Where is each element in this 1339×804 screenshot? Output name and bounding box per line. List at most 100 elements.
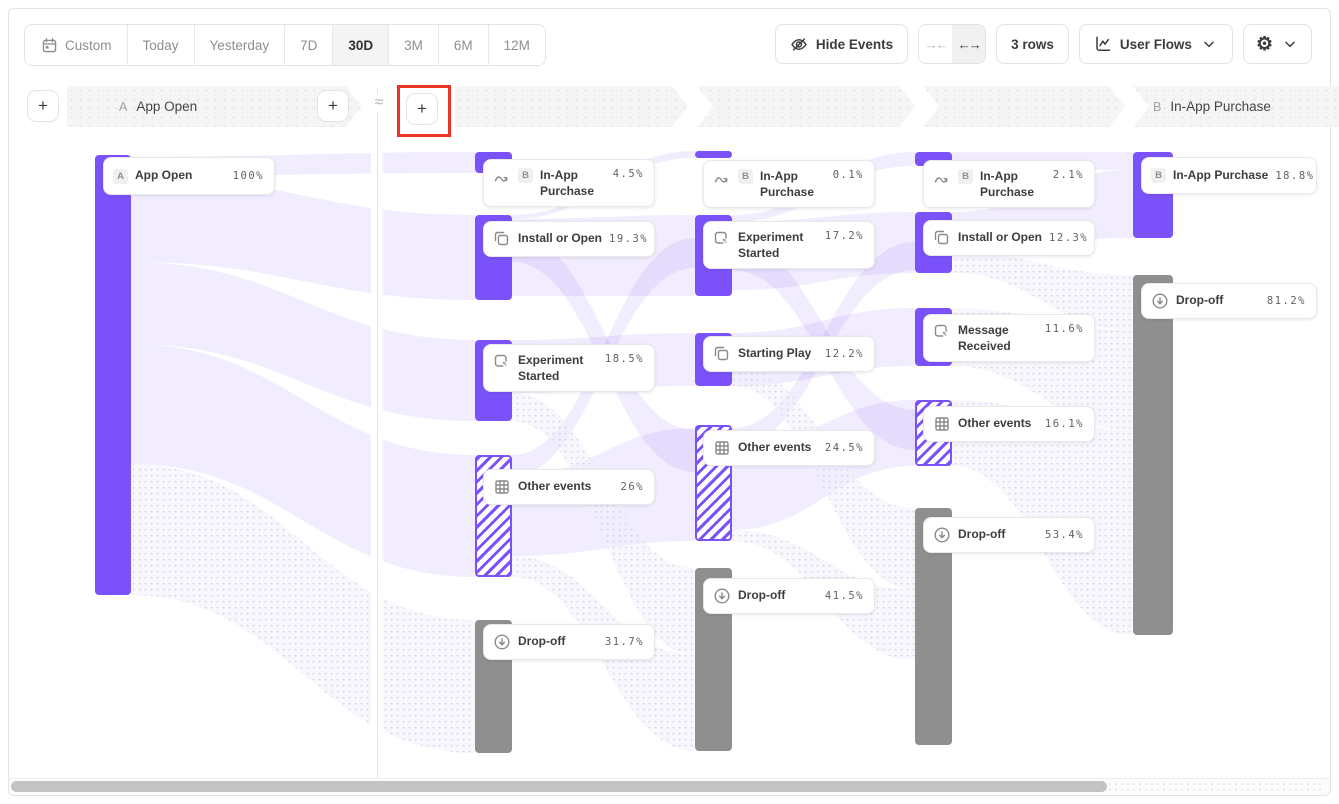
flow-node-other-events-col2[interactable]: Other events 26% (483, 469, 655, 505)
node-percent: 16.1% (1045, 418, 1084, 430)
node-percent: 2.1% (1053, 169, 1084, 181)
step-band-4[interactable] (923, 86, 1125, 127)
node-label: Other events (738, 440, 818, 456)
node-percent: 12.3% (1049, 232, 1088, 244)
date-range-label: Custom (65, 38, 112, 53)
event-badge: A (113, 169, 128, 184)
node-label: App Open (135, 168, 226, 184)
flow-bar-in-app-purchase-col3[interactable] (695, 151, 732, 158)
flow-node-in-app-purchase-col3[interactable]: BIn-App Purchase0.1% (703, 160, 875, 208)
date-range-3m[interactable]: 3M (388, 25, 438, 65)
grid-icon (713, 439, 731, 457)
flow-node-starting-play-col3[interactable]: Starting Play 12.2% (703, 336, 875, 372)
node-label: In-App Purchase (1173, 168, 1268, 184)
node-label: Drop-off (958, 527, 1038, 543)
node-percent: 24.5% (825, 442, 864, 454)
chevron-down-icon (1281, 35, 1299, 53)
approx-symbol: ≈ (367, 94, 391, 112)
step-divider-line (371, 88, 383, 780)
flow-node-drop-off-col3[interactable]: Drop-off 41.5% (703, 578, 875, 614)
add-step-button-2[interactable]: + (317, 90, 349, 122)
flow-node-install-or-open-col4[interactable]: Install or Open 12.3% (923, 220, 1095, 256)
node-percent: 41.5% (825, 590, 864, 602)
view-selector-button[interactable]: User Flows (1079, 24, 1233, 64)
node-percent: 18.8% (1275, 170, 1314, 182)
date-range-selector: Custom Today Yesterday 7D 30D 3M 6M 12M (24, 24, 546, 66)
flow-bar-app-open-col1[interactable] (95, 155, 131, 595)
event-badge: B (958, 169, 973, 184)
date-range-30d[interactable]: 30D (332, 25, 388, 65)
flow-node-in-app-purchase-col5[interactable]: BIn-App Purchase18.8% (1141, 157, 1317, 194)
node-percent: 12.2% (825, 348, 864, 360)
node-label: In-App Purchase (760, 169, 826, 201)
click-icon (933, 323, 951, 341)
node-percent: 31.7% (605, 636, 644, 648)
scrollbar-track-texture (1107, 781, 1324, 792)
step-letter: A (119, 100, 127, 114)
flow-bar-drop-off-col5[interactable] (1133, 275, 1173, 635)
flow-arrow-icon (493, 168, 511, 186)
chevron-down-icon (1200, 35, 1218, 53)
dropoff-icon (713, 587, 731, 605)
copy-icon (713, 345, 731, 363)
flow-node-message-received-col4[interactable]: Message Received11.6% (923, 314, 1095, 362)
node-label: Experiment Started (738, 230, 818, 262)
node-label: Experiment Started (518, 353, 598, 385)
step-band-3[interactable] (697, 86, 915, 127)
step-name: App Open (136, 99, 197, 114)
copy-icon (493, 230, 511, 248)
flow-node-drop-off-col2[interactable]: Drop-off31.7% (483, 624, 655, 660)
flow-node-drop-off-col4[interactable]: Drop-off 53.4% (923, 517, 1095, 553)
node-percent: 53.4% (1045, 529, 1084, 541)
node-label: Starting Play (738, 346, 818, 362)
node-percent: 81.2% (1267, 295, 1306, 307)
date-range-yesterday[interactable]: Yesterday (194, 25, 285, 65)
flow-arrow-icon (933, 169, 951, 187)
node-label: In-App Purchase (540, 168, 606, 200)
node-label: Other events (518, 479, 614, 495)
flow-node-in-app-purchase-col2[interactable]: BIn-App Purchase4.5% (483, 159, 655, 207)
flow-node-other-events-col4[interactable]: Other events 16.1% (923, 406, 1095, 442)
rows-button[interactable]: 3 rows (996, 24, 1069, 64)
flow-node-in-app-purchase-col4[interactable]: BIn-App Purchase2.1% (923, 160, 1095, 208)
date-range-12m[interactable]: 12M (488, 25, 545, 65)
node-percent: 26% (621, 481, 644, 493)
scrollbar-thumb[interactable] (11, 781, 1107, 792)
flow-node-app-open-col1[interactable]: AApp Open100% (103, 157, 275, 195)
node-label: Drop-off (738, 588, 818, 604)
dropoff-icon (933, 526, 951, 544)
step-band-2[interactable] (455, 86, 688, 127)
flow-node-install-or-open-col2[interactable]: Install or Open19.3% (483, 221, 655, 257)
settings-button[interactable]: ⚙ (1243, 24, 1312, 64)
horizontal-scrollbar (9, 778, 1330, 795)
flow-node-other-events-col3[interactable]: Other events 24.5% (703, 430, 875, 466)
node-label: Drop-off (1176, 293, 1260, 309)
user-flows-screen: AApp Open100%BIn-App Purchase4.5%Install… (0, 0, 1339, 804)
step-band-in-app-purchase[interactable]: BIn-App Purchase (1133, 86, 1339, 127)
calendar-icon (40, 36, 58, 54)
node-label: Message Received (958, 323, 1038, 355)
expand-collapse-toggle: →← ←→ (918, 24, 986, 64)
expand-columns-button[interactable]: ←→ (952, 25, 985, 63)
collapse-columns-button[interactable]: →← (919, 25, 952, 63)
toolbar-right: Hide Events →← ←→ 3 rows User Flows ⚙ (775, 24, 1312, 64)
date-range-custom[interactable]: Custom (25, 25, 127, 65)
date-range-6m[interactable]: 6M (438, 25, 488, 65)
node-percent: 17.2% (825, 230, 864, 242)
node-label: Install or Open (958, 230, 1042, 246)
flow-node-experiment-started-col2[interactable]: Experiment Started 18.5% (483, 344, 655, 392)
add-step-button-1[interactable]: + (27, 90, 59, 122)
annotation-red-box (397, 85, 451, 137)
node-percent: 18.5% (605, 353, 644, 365)
grid-icon (933, 415, 951, 433)
eye-off-icon (790, 35, 808, 53)
node-label: Other events (958, 416, 1038, 432)
date-range-7d[interactable]: 7D (284, 25, 332, 65)
flow-node-experiment-started-col3[interactable]: Experiment Started 17.2% (703, 221, 875, 269)
event-badge: B (738, 169, 753, 184)
flow-node-drop-off-col5[interactable]: Drop-off 81.2% (1141, 283, 1317, 319)
hide-events-button[interactable]: Hide Events (775, 24, 908, 64)
dropoff-icon (1151, 292, 1169, 310)
date-range-today[interactable]: Today (127, 25, 194, 65)
dropoff-icon (493, 633, 511, 651)
